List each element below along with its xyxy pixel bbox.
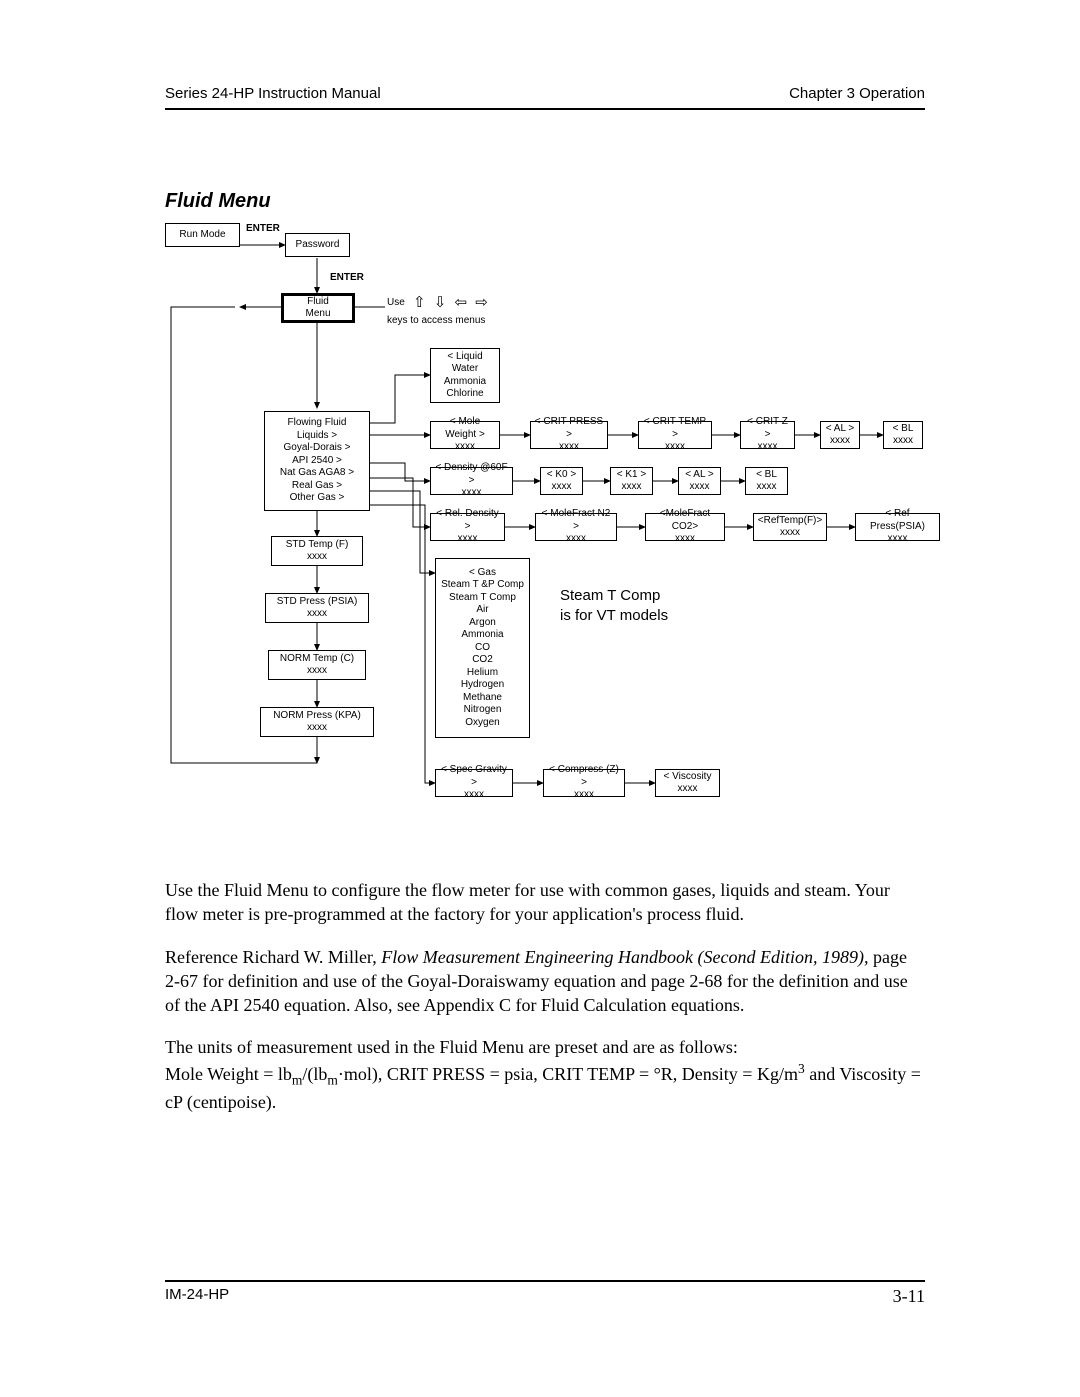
- bl2-label: < BL xxxx: [756, 469, 777, 494]
- density-60f-box: < Density @60F > xxxx: [430, 467, 513, 495]
- p3-b2: /(lb: [302, 1064, 327, 1084]
- footer-left: IM-24-HP: [165, 1286, 229, 1307]
- compress-z-label: < Compress (Z) > xxxx: [547, 764, 621, 802]
- run-mode-box: Run Mode: [165, 223, 240, 247]
- molefract-co2-box: <MoleFract CO2> xxxx: [645, 513, 725, 541]
- fluid-menu-label: Fluid Menu: [305, 296, 330, 321]
- al-label: < AL > xxxx: [826, 423, 855, 448]
- para-2: Reference Richard W. Miller, Flow Measur…: [165, 945, 925, 1018]
- run-mode-label: Run Mode: [179, 229, 225, 242]
- al2-label: < AL > xxxx: [685, 469, 714, 494]
- refpresspsia-box: < Ref Press(PSIA) xxxx: [855, 513, 940, 541]
- use-label: Use: [387, 297, 405, 308]
- bl-label: < BL xxxx: [893, 423, 914, 448]
- std-temp-label: STD Temp (F) xxxx: [286, 539, 349, 564]
- gas-list-label: < Gas Steam T &P Comp Steam T Comp Air A…: [441, 567, 524, 730]
- para-3: The units of measurement used in the Flu…: [165, 1035, 925, 1113]
- p3-b3: ·mol), CRIT PRESS = psia, CRIT TEMP = °R…: [338, 1064, 798, 1084]
- enter-label-1: ENTER: [246, 223, 280, 234]
- para-1: Use the Fluid Menu to configure the flow…: [165, 878, 925, 927]
- p3-sub2: m: [327, 1072, 338, 1087]
- crit-z-label: < CRIT Z > xxxx: [744, 416, 791, 454]
- crit-press-label: < CRIT PRESS > xxxx: [534, 416, 604, 454]
- header-right: Chapter 3 Operation: [789, 85, 925, 102]
- viscosity-label: < Viscosity xxxx: [664, 771, 712, 796]
- password-label: Password: [296, 239, 340, 252]
- page: Series 24-HP Instruction Manual Chapter …: [165, 85, 925, 1132]
- p3-sub1: m: [292, 1072, 303, 1087]
- al2-box: < AL > xxxx: [678, 467, 721, 495]
- k1-label: < K1 > xxxx: [617, 469, 646, 494]
- arrow-keys-icon: ⇧ ⇩ ⇦ ⇨: [413, 293, 490, 311]
- norm-temp-label: NORM Temp (C) xxxx: [280, 653, 354, 678]
- compress-z-box: < Compress (Z) > xxxx: [543, 769, 625, 797]
- steam-note-label: Steam T Comp is for VT models: [560, 587, 668, 624]
- crit-press-box: < CRIT PRESS > xxxx: [530, 421, 608, 449]
- k1-box: < K1 > xxxx: [610, 467, 653, 495]
- gas-list-box: < Gas Steam T &P Comp Steam T Comp Air A…: [435, 558, 530, 738]
- molefract-n2-label: < MoleFract N2 > xxxx: [539, 508, 613, 546]
- mole-weight-box: < Mole Weight > xxxx: [430, 421, 500, 449]
- norm-temp-box: NORM Temp (C) xxxx: [268, 650, 366, 680]
- enter-label-2: ENTER: [330, 272, 364, 283]
- fluid-menu-box: Fluid Menu: [281, 293, 355, 323]
- header-rule: [165, 108, 925, 110]
- header-left: Series 24-HP Instruction Manual: [165, 85, 381, 102]
- p2-a: Reference Richard W. Miller,: [165, 947, 381, 967]
- liquid-list-label: < Liquid Water Ammonia Chlorine: [444, 351, 486, 401]
- k0-label: < K0 > xxxx: [547, 469, 576, 494]
- footer-rule: [165, 1280, 925, 1282]
- flowing-fluid-box: Flowing Fluid Liquids > Goyal-Dorais > A…: [264, 411, 370, 511]
- reftempf-box: <RefTemp(F)> xxxx: [753, 513, 827, 541]
- use-keys-label: keys to access menus: [387, 315, 485, 326]
- password-box: Password: [285, 233, 350, 257]
- p3-sup: 3: [798, 1061, 805, 1076]
- molefract-n2-box: < MoleFract N2 > xxxx: [535, 513, 617, 541]
- flowing-fluid-label: Flowing Fluid Liquids > Goyal-Dorais > A…: [280, 417, 354, 505]
- fluid-menu-diagram: Run Mode Password ENTER ENTER Fluid Menu…: [165, 223, 925, 828]
- crit-z-box: < CRIT Z > xxxx: [740, 421, 795, 449]
- viscosity-box: < Viscosity xxxx: [655, 769, 720, 797]
- p3-a: The units of measurement used in the Flu…: [165, 1037, 738, 1057]
- p3-b1: Mole Weight = lb: [165, 1064, 292, 1084]
- rel-density-label: < Rel. Density > xxxx: [434, 508, 501, 546]
- norm-press-box: NORM Press (KPA) xxxx: [260, 707, 374, 737]
- section-title: Fluid Menu: [165, 190, 925, 213]
- footer-right: 3-11: [893, 1286, 925, 1307]
- k0-box: < K0 > xxxx: [540, 467, 583, 495]
- molefract-co2-label: <MoleFract CO2> xxxx: [649, 508, 721, 546]
- p2-italic: Flow Measurement Engineering Handbook (S…: [381, 947, 868, 967]
- spec-gravity-label: < Spec Gravity > xxxx: [439, 764, 509, 802]
- steam-note: Steam T Comp is for VT models: [560, 586, 668, 625]
- al-box: < AL > xxxx: [820, 421, 860, 449]
- bl-box: < BL xxxx: [883, 421, 923, 449]
- body-text: Use the Fluid Menu to configure the flow…: [165, 878, 925, 1114]
- density-60f-label: < Density @60F > xxxx: [434, 462, 509, 500]
- footer: IM-24-HP 3-11: [165, 1280, 925, 1307]
- crit-temp-box: < CRIT TEMP > xxxx: [638, 421, 712, 449]
- header: Series 24-HP Instruction Manual Chapter …: [165, 85, 925, 108]
- std-press-box: STD Press (PSIA) xxxx: [265, 593, 369, 623]
- refpresspsia-label: < Ref Press(PSIA) xxxx: [859, 508, 936, 546]
- bl2-box: < BL xxxx: [745, 467, 788, 495]
- liquid-list-box: < Liquid Water Ammonia Chlorine: [430, 348, 500, 403]
- std-temp-box: STD Temp (F) xxxx: [271, 536, 363, 566]
- mole-weight-label: < Mole Weight > xxxx: [434, 416, 496, 454]
- reftempf-label: <RefTemp(F)> xxxx: [758, 515, 822, 540]
- std-press-label: STD Press (PSIA) xxxx: [277, 596, 358, 621]
- rel-density-box: < Rel. Density > xxxx: [430, 513, 505, 541]
- norm-press-label: NORM Press (KPA) xxxx: [273, 710, 361, 735]
- crit-temp-label: < CRIT TEMP > xxxx: [642, 416, 708, 454]
- spec-gravity-box: < Spec Gravity > xxxx: [435, 769, 513, 797]
